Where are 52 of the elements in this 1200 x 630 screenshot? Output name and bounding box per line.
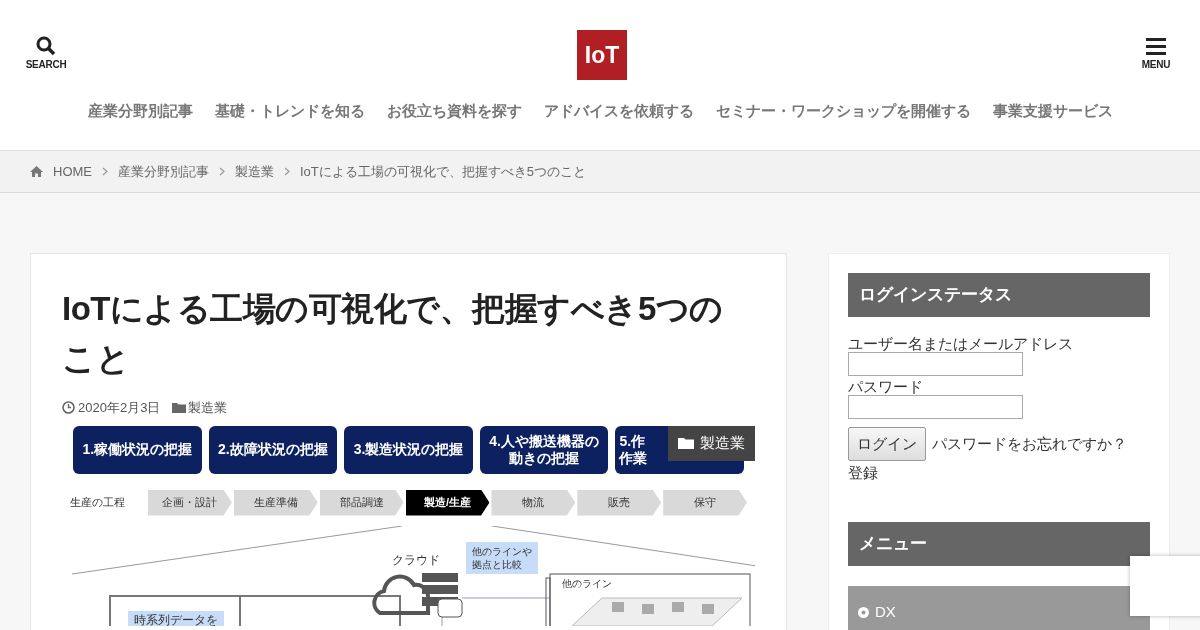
field-label: パスワード xyxy=(848,378,924,395)
nav-link[interactable]: 産業分野別記事 xyxy=(87,100,193,123)
process-step: 部品調達 xyxy=(319,489,404,516)
chevron-icon xyxy=(284,167,290,176)
breadcrumb-link[interactable]: 製造業 xyxy=(235,161,274,182)
nav-link[interactable]: セミナー・ワークショップを開催する xyxy=(715,100,971,123)
category-link[interactable]: 製造業 xyxy=(188,398,228,418)
clock-icon xyxy=(62,401,75,415)
diagram-callout: 時系列データを xyxy=(128,610,224,626)
process-step: 保守 xyxy=(663,489,747,516)
bullet-icon xyxy=(858,606,869,618)
widget-title: ログインステータス xyxy=(848,273,1150,317)
search-icon xyxy=(36,36,56,56)
post-date: 2020年2月3日 xyxy=(78,399,161,417)
diagram-point: 2.故障状況の把握 xyxy=(208,425,338,474)
forgot-password-link[interactable]: パスワードをお忘れですか？ xyxy=(932,435,1127,452)
category-badge[interactable]: 製造業 xyxy=(668,425,755,461)
register-link[interactable]: 登録 xyxy=(848,464,878,482)
process-step: 物流 xyxy=(491,489,576,516)
process-step: 製造/生産 xyxy=(405,489,490,516)
diagram-label: クラウド xyxy=(392,551,440,569)
breadcrumb-link[interactable]: HOME xyxy=(53,161,92,182)
nav-link[interactable]: お役立ち資料を探す xyxy=(386,100,522,123)
username-field[interactable] xyxy=(848,352,1023,376)
menu-item[interactable]: DX xyxy=(848,586,1150,630)
diagram-label: 生産の工程 xyxy=(70,495,126,511)
field-label: ユーザー名またはメールアドレス xyxy=(848,335,1074,352)
process-step: 販売 xyxy=(577,489,662,516)
nav-link[interactable]: 事業支援サービス xyxy=(992,100,1113,123)
breadcrumb-link[interactable]: 産業分野別記事 xyxy=(118,161,209,182)
breadcrumb-current: IoTによる工場の可視化で、把握すべき5つのこと xyxy=(300,162,586,181)
folder-icon xyxy=(172,402,187,414)
diagram-point: 1.稼働状況の把握 xyxy=(73,425,202,474)
diagram-point: 4.人や搬送機器の 動きの把握 xyxy=(479,425,609,474)
login-button[interactable]: ログイン xyxy=(848,427,926,461)
chevron-icon xyxy=(102,167,108,176)
site-logo[interactable]: IoT xyxy=(577,30,627,80)
diagram-point: 3.製造状況の把握 xyxy=(344,425,473,474)
process-step: 企画・設計 xyxy=(148,489,232,516)
process-step: 生産準備 xyxy=(233,489,318,516)
menu-button[interactable]: MENU xyxy=(1142,30,1170,72)
home-icon xyxy=(30,166,43,177)
diagram-callout: 他のラインや 拠点と比較 xyxy=(466,541,538,574)
diagram-label: 他のライン xyxy=(562,576,612,591)
password-field[interactable] xyxy=(848,395,1023,419)
article-title: IoTによる工場の可視化で、把握すべき5つのこと xyxy=(62,289,724,379)
nav-link[interactable]: アドバイスを依頼する xyxy=(543,100,694,123)
nav-link[interactable]: 基礎・トレンドを知る xyxy=(214,100,365,123)
chevron-icon xyxy=(219,167,225,176)
menu-icon xyxy=(1146,38,1166,55)
folder-icon xyxy=(678,437,694,449)
widget-title: メニュー xyxy=(848,522,1150,567)
